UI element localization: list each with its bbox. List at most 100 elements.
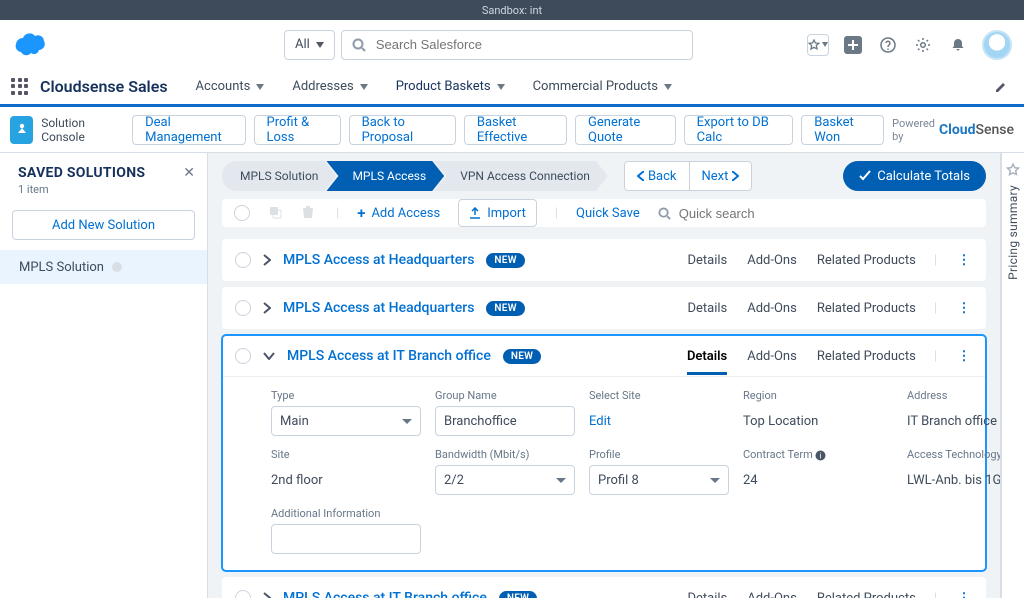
add-solution-button[interactable]: Add New Solution <box>12 210 195 240</box>
avatar[interactable] <box>982 30 1012 60</box>
row-title[interactable]: MPLS Access at Headquarters <box>283 252 474 268</box>
search-scope-label: All <box>295 37 310 52</box>
tab-details[interactable]: Details <box>687 253 727 268</box>
row-title[interactable]: MPLS Access at IT Branch office <box>283 590 487 598</box>
type-select[interactable]: Main <box>271 406 421 436</box>
upload-icon <box>469 207 481 219</box>
favorites-button[interactable] <box>807 34 829 56</box>
global-search-input[interactable] <box>374 36 682 53</box>
bandwidth-select[interactable]: 2/2 <box>435 465 575 495</box>
tab-addons[interactable]: Add-Ons <box>747 301 797 316</box>
row-menu-button[interactable]: ⋮ <box>955 253 973 268</box>
bell-icon[interactable] <box>947 34 969 56</box>
chevron-right-icon[interactable] <box>263 254 271 266</box>
group-name-input[interactable]: Branchoffice <box>435 406 575 436</box>
tech-value: LWL-Anb. bis 1G, LH/City-Stan <box>907 465 1002 495</box>
select-all-checkbox[interactable] <box>234 205 250 221</box>
tab-related[interactable]: Related Products <box>817 253 916 268</box>
export-db-calc-button[interactable]: Export to DB Calc <box>684 115 794 145</box>
sidebar-title: SAVED SOLUTIONS <box>18 165 145 181</box>
tab-addons[interactable]: Add-Ons <box>747 591 797 598</box>
nav-addresses[interactable]: Addresses <box>278 69 381 104</box>
tab-details[interactable]: Details <box>687 301 727 316</box>
tab-addons[interactable]: Add-Ons <box>747 253 797 268</box>
global-header: All <box>0 20 1024 69</box>
tab-details[interactable]: Details <box>687 591 727 598</box>
edit-nav-icon[interactable] <box>984 69 1018 104</box>
row-select-checkbox[interactable] <box>235 590 251 598</box>
calculate-totals-button[interactable]: Calculate Totals <box>843 161 986 191</box>
solution-console-label: Solution Console <box>41 116 116 144</box>
row-actions-bar: | + Add Access Import | Quick Save <box>222 199 986 227</box>
nav-product-baskets[interactable]: Product Baskets <box>382 69 519 104</box>
field-additional-info: Additional Information <box>271 507 421 554</box>
app-launcher-icon[interactable] <box>6 69 34 104</box>
field-contract-term: Contract Term i 24 <box>743 448 893 495</box>
tab-related[interactable]: Related Products <box>817 591 916 598</box>
saved-solutions-sidebar: SAVED SOLUTIONS ✕ 1 item Add New Solutio… <box>0 153 208 598</box>
row-select-checkbox[interactable] <box>235 252 251 268</box>
crumb-mpls-solution[interactable]: MPLS Solution <box>222 161 336 191</box>
copy-icon[interactable] <box>268 205 284 221</box>
breadcrumb-ribbon: MPLS Solution MPLS Access VPN Access Con… <box>208 153 1000 199</box>
chevron-right-icon[interactable] <box>263 592 271 598</box>
deal-management-button[interactable]: Deal Management <box>132 115 245 145</box>
crumb-vpn-access[interactable]: VPN Access Connection <box>434 161 608 191</box>
tab-details[interactable]: Details <box>687 349 727 364</box>
tab-related[interactable]: Related Products <box>817 349 916 364</box>
additional-info-input[interactable] <box>271 524 421 554</box>
chevron-down-icon[interactable] <box>263 352 275 360</box>
close-icon[interactable]: ✕ <box>183 165 195 181</box>
tab-related[interactable]: Related Products <box>817 301 916 316</box>
term-value: 24 <box>743 465 893 495</box>
new-badge: NEW <box>486 301 524 316</box>
next-button[interactable]: Next <box>689 162 752 190</box>
trash-icon[interactable] <box>302 205 318 221</box>
new-badge: NEW <box>499 591 537 598</box>
pricing-summary-rail[interactable]: Pricing summary <box>1002 153 1024 598</box>
back-to-proposal-button[interactable]: Back to Proposal <box>349 115 456 145</box>
basket-won-button[interactable]: Basket Won <box>801 115 884 145</box>
row-title[interactable]: MPLS Access at Headquarters <box>283 300 474 316</box>
plus-icon: + <box>357 204 365 222</box>
row-menu-button[interactable]: ⋮ <box>955 301 973 316</box>
row-select-checkbox[interactable] <box>235 348 251 364</box>
chevron-right-icon[interactable] <box>263 302 271 314</box>
back-button[interactable]: Back <box>625 162 689 190</box>
main-panel: MPLS Solution MPLS Access VPN Access Con… <box>208 153 1002 598</box>
sidebar-item-mpls-solution[interactable]: MPLS Solution <box>0 250 207 284</box>
global-search[interactable] <box>341 30 693 60</box>
import-button[interactable]: Import <box>458 199 537 227</box>
row-select-checkbox[interactable] <box>235 300 251 316</box>
add-access-button[interactable]: + Add Access <box>357 204 440 222</box>
crumb-mpls-access[interactable]: MPLS Access <box>326 161 444 191</box>
app-name: Cloudsense Sales <box>34 69 182 104</box>
info-icon[interactable]: i <box>815 450 826 461</box>
quick-save-button[interactable]: Quick Save <box>576 206 640 221</box>
generate-quote-button[interactable]: Generate Quote <box>575 115 676 145</box>
row-title[interactable]: MPLS Access at IT Branch office <box>287 348 491 364</box>
edit-site-link[interactable]: Edit <box>589 414 611 429</box>
nav-accounts[interactable]: Accounts <box>182 69 279 104</box>
row-menu-button[interactable]: ⋮ <box>955 349 973 364</box>
nav-commercial-products[interactable]: Commercial Products <box>519 69 686 104</box>
basket-effective-button[interactable]: Basket Effective <box>464 115 567 145</box>
gear-icon[interactable] <box>912 34 934 56</box>
salesforce-cloud-logo[interactable] <box>12 32 50 58</box>
help-icon[interactable] <box>877 34 899 56</box>
profile-select[interactable]: Profil 8 <box>589 465 729 495</box>
sidebar-item-label: MPLS Solution <box>19 260 104 275</box>
chevron-down-icon <box>710 478 720 488</box>
tab-addons[interactable]: Add-Ons <box>747 349 797 364</box>
powered-by-badge: Powered by CloudSense <box>892 117 1014 143</box>
pricing-summary-label: Pricing summary <box>1006 185 1020 280</box>
profit-loss-button[interactable]: Profit & Loss <box>254 115 341 145</box>
quick-search-input[interactable] <box>677 205 797 222</box>
field-select-site: Select Site Edit <box>589 389 729 436</box>
row-menu-button[interactable]: ⋮ <box>955 591 973 598</box>
search-scope-dropdown[interactable]: All <box>284 30 335 60</box>
quick-search[interactable] <box>658 199 797 227</box>
row-details-panel: Type Main Group Name Branchoffice Select… <box>223 376 985 570</box>
app-nav-bar: Cloudsense Sales Accounts Addresses Prod… <box>0 69 1024 107</box>
add-button[interactable] <box>842 34 864 56</box>
